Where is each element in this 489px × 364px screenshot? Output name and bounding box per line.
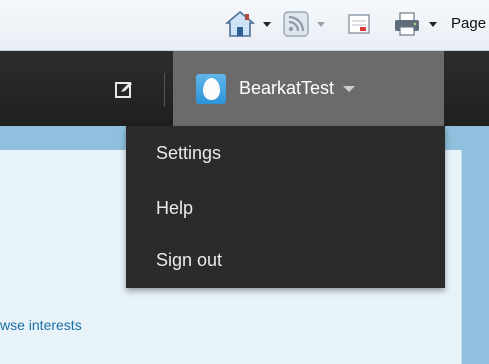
screen: Page BearkatTest wse interests Settings … — [0, 0, 489, 364]
rss-feed-icon — [283, 11, 309, 37]
menu-item-sign-out[interactable]: Sign out — [156, 250, 222, 271]
home-button[interactable] — [225, 8, 271, 40]
read-mail-button[interactable] — [347, 8, 371, 40]
user-dropdown-menu: Settings Help Sign out — [126, 126, 445, 288]
print-button[interactable] — [393, 8, 437, 40]
home-menu-caret[interactable] — [263, 21, 271, 27]
default-egg-avatar-icon — [202, 77, 220, 100]
nav-divider — [164, 73, 165, 107]
browser-command-bar: Page — [0, 0, 489, 51]
print-icon — [395, 12, 419, 36]
chevron-down-icon — [343, 85, 356, 92]
print-menu-caret[interactable] — [429, 21, 437, 27]
home-icon — [225, 10, 255, 37]
top-navbar: BearkatTest — [0, 51, 489, 126]
browse-interests-link[interactable]: wse interests — [0, 317, 82, 333]
avatar — [196, 73, 226, 104]
menu-item-help[interactable]: Help — [156, 198, 193, 219]
page-menu-button[interactable]: Page — [451, 15, 486, 32]
user-menu-button[interactable]: BearkatTest — [173, 51, 444, 126]
feeds-button[interactable] — [283, 8, 325, 40]
read-mail-icon — [348, 14, 370, 34]
feeds-menu-caret[interactable] — [317, 21, 325, 27]
menu-item-settings[interactable]: Settings — [156, 143, 221, 164]
compose-icon[interactable] — [115, 80, 133, 98]
username: BearkatTest — [239, 78, 335, 98]
